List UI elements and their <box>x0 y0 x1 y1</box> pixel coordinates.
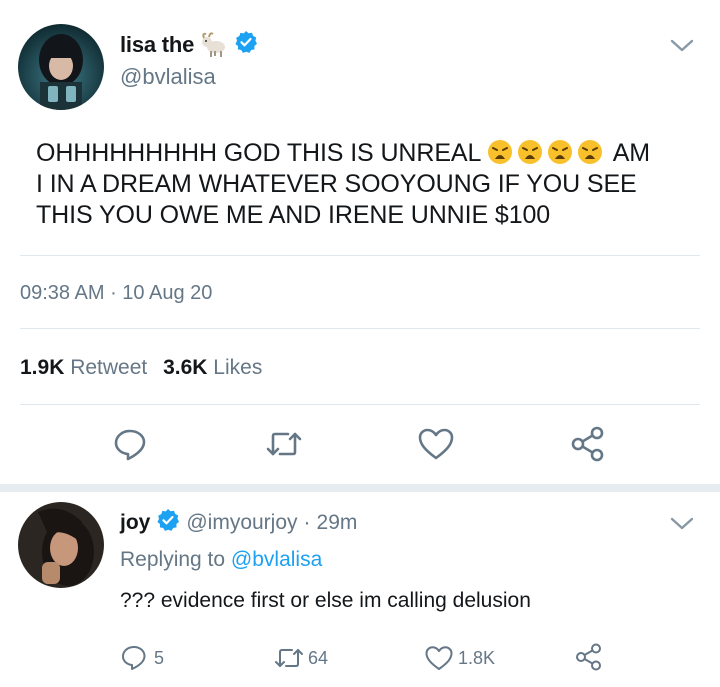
display-name[interactable]: lisa the <box>120 32 194 58</box>
reply-button[interactable] <box>108 424 152 464</box>
chevron-down-icon[interactable] <box>668 36 696 56</box>
tweet-text-line-1: OHHHHHHHHH GOD THIS IS UNREAL AM <box>36 139 651 167</box>
like-button[interactable] <box>414 424 458 464</box>
reply-icon <box>122 646 146 670</box>
reply-time[interactable]: 29m <box>317 511 358 535</box>
tweet-timestamp[interactable]: 09:38 AM · 10 Aug 20 <box>20 282 212 305</box>
like-count[interactable]: 3.6K <box>163 356 207 379</box>
tweet-handle[interactable]: @bvlalisa <box>120 64 216 90</box>
reply-display-name[interactable]: joy <box>120 511 150 535</box>
retweet-label[interactable]: Retweet <box>70 356 147 379</box>
verified-badge-icon <box>156 508 180 537</box>
tweet-text-line-3: THIS YOU OWE ME AND IRENE UNNIE $100 <box>36 201 551 229</box>
replying-to: Replying to @bvlalisa <box>120 548 323 571</box>
reply-share-button[interactable] <box>574 642 604 672</box>
avatar-lisa[interactable] <box>18 24 104 110</box>
divider <box>20 328 700 329</box>
share-button[interactable] <box>566 424 610 464</box>
tweet-header-name-row: lisa the <box>120 30 258 59</box>
verified-badge-icon <box>234 30 258 59</box>
tweet-stats: 1.9K Retweet 3.6K Likes <box>20 356 262 380</box>
retweet-icon <box>275 649 303 667</box>
heart-icon <box>418 428 454 460</box>
goat-emoji-icon <box>200 31 228 58</box>
weary-face-emoji-icon <box>487 139 513 165</box>
reply-reply-button[interactable]: 5 <box>120 644 164 672</box>
weary-face-emoji-icon <box>547 139 573 165</box>
reply-retweet-count: 64 <box>308 647 329 668</box>
reply-like-button[interactable]: 1.8K <box>424 644 495 672</box>
weary-face-emoji-icon <box>577 139 603 165</box>
reply-icon <box>114 429 146 461</box>
chevron-down-icon[interactable] <box>668 514 696 534</box>
reply-header-row: joy @imyourjoy · 29m <box>120 508 357 537</box>
retweet-button[interactable] <box>260 424 308 464</box>
share-icon <box>576 643 601 671</box>
heart-icon <box>425 646 453 670</box>
reply-text: ??? evidence first or else im calling de… <box>120 589 531 612</box>
replying-to-link[interactable]: @bvlalisa <box>231 548 322 571</box>
weary-face-emoji-icon <box>517 139 543 165</box>
retweet-count[interactable]: 1.9K <box>20 356 64 379</box>
share-icon <box>571 426 604 462</box>
avatar-joy[interactable] <box>18 502 104 588</box>
reply-like-count: 1.8K <box>458 647 496 668</box>
reply-retweet-button[interactable]: 64 <box>272 644 328 672</box>
tweet-text: OHHHHHHHHH GOD THIS IS UNREAL AM I IN A … <box>36 138 706 231</box>
reply-handle[interactable]: @imyourjoy <box>186 511 297 535</box>
likes-label[interactable]: Likes <box>213 356 262 379</box>
reply-count: 5 <box>154 647 165 668</box>
divider <box>20 404 700 405</box>
section-separator <box>0 484 720 492</box>
divider <box>20 255 700 256</box>
tweet-text-line-2: I IN A DREAM WHATEVER SOOYOUNG IF YOU SE… <box>36 170 637 198</box>
retweet-icon <box>266 432 302 456</box>
